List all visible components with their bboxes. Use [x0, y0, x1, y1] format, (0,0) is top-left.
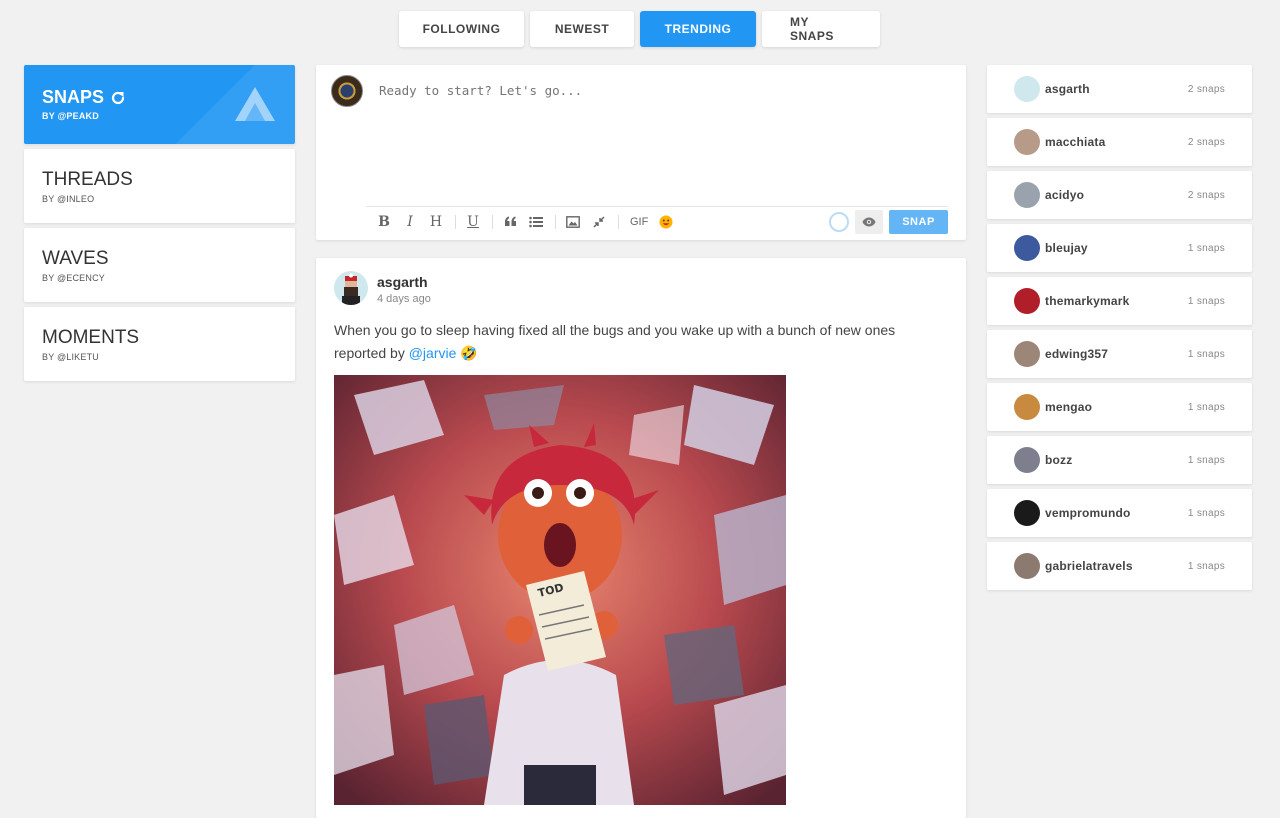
avatar[interactable] [1014, 76, 1040, 102]
snap-submit-button[interactable]: SNAP [889, 209, 948, 234]
toolbar-divider [492, 214, 493, 229]
user-list-item[interactable]: edwing357 1 snaps [987, 330, 1252, 378]
snap-input[interactable] [379, 83, 939, 183]
source-snaps[interactable]: SNAPS BY @PEAKD [24, 65, 295, 144]
source-author: BY @LIKETU [42, 352, 99, 362]
refresh-icon[interactable] [110, 90, 126, 106]
source-author: BY @INLEO [42, 194, 95, 204]
compress-icon[interactable] [587, 210, 611, 234]
toolbar-divider [618, 214, 619, 229]
snap-count: 2 snaps [1187, 83, 1225, 95]
gif-button[interactable]: GIF [630, 216, 648, 228]
avatar[interactable] [1014, 500, 1040, 526]
user-list-item[interactable]: acidyo 2 snaps [987, 171, 1252, 219]
snap-count: 1 snaps [1187, 560, 1225, 572]
avatar[interactable] [1014, 288, 1040, 314]
user-list-item[interactable]: themarkymark 1 snaps [987, 277, 1252, 325]
user-name[interactable]: acidyo [1045, 188, 1188, 202]
avatar[interactable] [1014, 394, 1040, 420]
avatar[interactable] [1014, 553, 1040, 579]
feed-tabs: FOLLOWING NEWEST TRENDING MY SNAPS [399, 11, 880, 47]
quote-icon[interactable] [498, 210, 522, 234]
snap-count: 2 snaps [1187, 136, 1225, 148]
source-moments[interactable]: MOMENTS BY @LIKETU [24, 307, 295, 381]
user-name[interactable]: gabrielatravels [1045, 559, 1188, 573]
avatar[interactable] [1014, 341, 1040, 367]
source-author: BY @ECENCY [42, 273, 105, 283]
user-name[interactable]: macchiata [1045, 135, 1188, 149]
post-text: When you go to sleep having fixed all th… [334, 319, 934, 365]
snap-count: 1 snaps [1187, 507, 1225, 519]
toolbar-divider [455, 214, 456, 229]
source-waves[interactable]: WAVES BY @ECENCY [24, 228, 295, 302]
toolbar-divider [555, 214, 556, 229]
source-title: THREADS [42, 169, 133, 190]
avatar[interactable] [1014, 235, 1040, 261]
avatar[interactable] [1014, 182, 1040, 208]
user-name[interactable]: mengao [1045, 400, 1188, 414]
tab-my-snaps[interactable]: MY SNAPS [762, 11, 880, 47]
bold-button[interactable]: B [372, 210, 396, 234]
user-name[interactable]: asgarth [1045, 82, 1188, 96]
user-list-item[interactable]: vempromundo 1 snaps [987, 489, 1252, 537]
user-list-item[interactable]: macchiata 2 snaps [987, 118, 1252, 166]
snap-count: 1 snaps [1187, 242, 1225, 254]
user-list-item[interactable]: asgarth 2 snaps [987, 65, 1252, 113]
post-image[interactable]: TOD [334, 375, 786, 805]
source-threads[interactable]: THREADS BY @INLEO [24, 149, 295, 223]
source-title: SNAPS [42, 87, 105, 107]
source-title: WAVES [42, 248, 109, 269]
tab-newest[interactable]: NEWEST [530, 11, 634, 47]
user-name[interactable]: themarkymark [1045, 294, 1188, 308]
snap-count: 1 snaps [1187, 348, 1225, 360]
eye-icon [862, 217, 876, 226]
user-list-item[interactable]: gabrielatravels 1 snaps [987, 542, 1252, 590]
user-name[interactable]: edwing357 [1045, 347, 1188, 361]
snap-count: 1 snaps [1187, 454, 1225, 466]
user-list-item[interactable]: bozz 1 snaps [987, 436, 1252, 484]
snap-count: 2 snaps [1187, 189, 1225, 201]
list-icon[interactable] [524, 210, 548, 234]
avatar [331, 75, 363, 107]
emoji: 🤣 [460, 345, 478, 361]
avatar[interactable] [1014, 447, 1040, 473]
user-name[interactable]: vempromundo [1045, 506, 1188, 520]
avatar[interactable] [1014, 129, 1040, 155]
source-list: SNAPS BY @PEAKD THREADS BY @INLEO WAVES … [24, 65, 295, 386]
user-list-item[interactable]: bleujay 1 snaps [987, 224, 1252, 272]
composer-actions: SNAP [829, 209, 948, 234]
editor-toolbar: B I H U GIF SNAP [366, 206, 948, 236]
character-progress [829, 211, 849, 232]
italic-button[interactable]: I [398, 210, 422, 234]
heading-button[interactable]: H [424, 210, 448, 234]
user-mention-link[interactable]: @jarvie [409, 345, 457, 361]
post-author[interactable]: asgarth [377, 274, 428, 290]
snap-count: 1 snaps [1187, 401, 1225, 413]
snap-composer: B I H U GIF SNAP [316, 65, 966, 240]
user-list-item[interactable]: mengao 1 snaps [987, 383, 1252, 431]
snap-post: asgarth 4 days ago When you go to sleep … [316, 258, 966, 818]
emoji-icon[interactable] [654, 210, 678, 234]
tab-trending[interactable]: TRENDING [640, 11, 756, 47]
preview-button[interactable] [855, 209, 883, 234]
peakd-logo-icon [235, 87, 275, 121]
avatar[interactable] [334, 271, 368, 305]
user-name[interactable]: bozz [1045, 453, 1188, 467]
underline-button[interactable]: U [461, 210, 485, 234]
source-title: MOMENTS [42, 327, 140, 348]
post-timestamp: 4 days ago [377, 293, 431, 305]
snap-count: 1 snaps [1187, 295, 1225, 307]
user-name[interactable]: bleujay [1045, 241, 1188, 255]
tab-following[interactable]: FOLLOWING [399, 11, 524, 47]
top-users-list: asgarth 2 snaps macchiata 2 snaps acidyo 2 sn… [987, 65, 1252, 595]
image-icon[interactable] [561, 210, 585, 234]
